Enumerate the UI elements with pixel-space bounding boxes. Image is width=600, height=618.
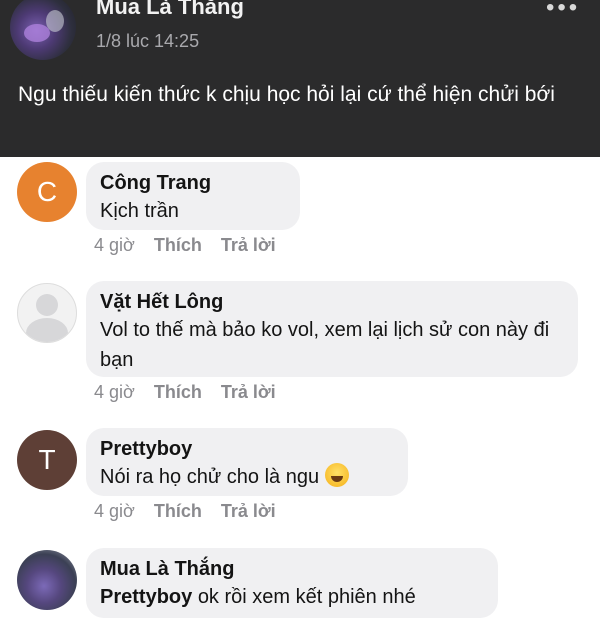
rolling-on-floor-laughing-emoji-icon xyxy=(325,463,350,487)
post-timestamp[interactable]: 1/8 lúc 14:25 xyxy=(96,31,199,52)
like-button[interactable]: Thích xyxy=(154,382,202,403)
comment-bubble[interactable]: Mua Là Thắng Prettyboy ok rồi xem kết ph… xyxy=(86,548,498,618)
avatar[interactable]: T xyxy=(17,430,77,490)
comment-bubble[interactable]: Prettyboy Nói ra họ chử cho là ngu xyxy=(86,428,408,496)
comment-bubble[interactable]: Vặt Hết Lông Vol to thế mà bảo ko vol, x… xyxy=(86,281,578,377)
comment-time: 4 giờ xyxy=(94,501,135,521)
comment-actions: 4 giờ Thích Trả lời xyxy=(94,501,290,522)
comment-text-line: Prettyboy ok rồi xem kết phiên nhé xyxy=(100,582,482,612)
comment-actions: 4 giờ Thích Trả lời xyxy=(94,235,290,256)
more-options-icon[interactable]: ••• xyxy=(546,0,580,20)
default-avatar-body xyxy=(26,318,68,342)
comment-author-name[interactable]: Công Trang xyxy=(100,170,284,196)
comment-author-name[interactable]: Mua Là Thắng xyxy=(100,556,482,582)
comment-time: 4 giờ xyxy=(94,382,135,402)
avatar[interactable] xyxy=(17,283,77,343)
avatar[interactable]: C xyxy=(17,162,77,222)
comment-time: 4 giờ xyxy=(94,235,135,255)
like-button[interactable]: Thích xyxy=(154,501,202,522)
comment-text: Vol to thế mà bảo ko vol, xem lại lịch s… xyxy=(100,319,550,371)
comment-author-name[interactable]: Prettyboy xyxy=(100,436,392,462)
reply-button[interactable]: Trả lời xyxy=(221,235,276,256)
like-button[interactable]: Thích xyxy=(154,235,202,256)
comment-text-line: Nói ra họ chử cho là ngu xyxy=(100,462,392,492)
comment-bubble[interactable]: Công Trang Kịch trần xyxy=(86,162,300,230)
post-author-name[interactable]: Mua Là Thắng xyxy=(96,0,244,20)
author-avatar[interactable] xyxy=(10,0,76,60)
comment-text: Nói ra họ chử cho là ngu xyxy=(100,466,320,488)
comment-actions: 4 giờ Thích Trả lời xyxy=(94,382,290,403)
avatar[interactable] xyxy=(17,550,77,610)
comment-author-name[interactable]: Vặt Hết Lông xyxy=(100,289,562,315)
mention-link[interactable]: Prettyboy xyxy=(100,586,192,608)
reply-button[interactable]: Trả lời xyxy=(221,382,276,403)
comment-text: ok rồi xem kết phiên nhé xyxy=(197,586,416,608)
avatar-letter: T xyxy=(38,444,56,475)
comment-text: Kịch trần xyxy=(100,200,179,222)
post-header: Mua Là Thắng 1/8 lúc 14:25 ••• Ngu thiếu… xyxy=(0,0,600,157)
post-text: Ngu thiếu kiến thức k chịu học hỏi lại c… xyxy=(18,83,555,106)
default-avatar-head xyxy=(36,294,58,316)
avatar-letter: C xyxy=(36,176,58,207)
reply-button[interactable]: Trả lời xyxy=(221,501,276,522)
